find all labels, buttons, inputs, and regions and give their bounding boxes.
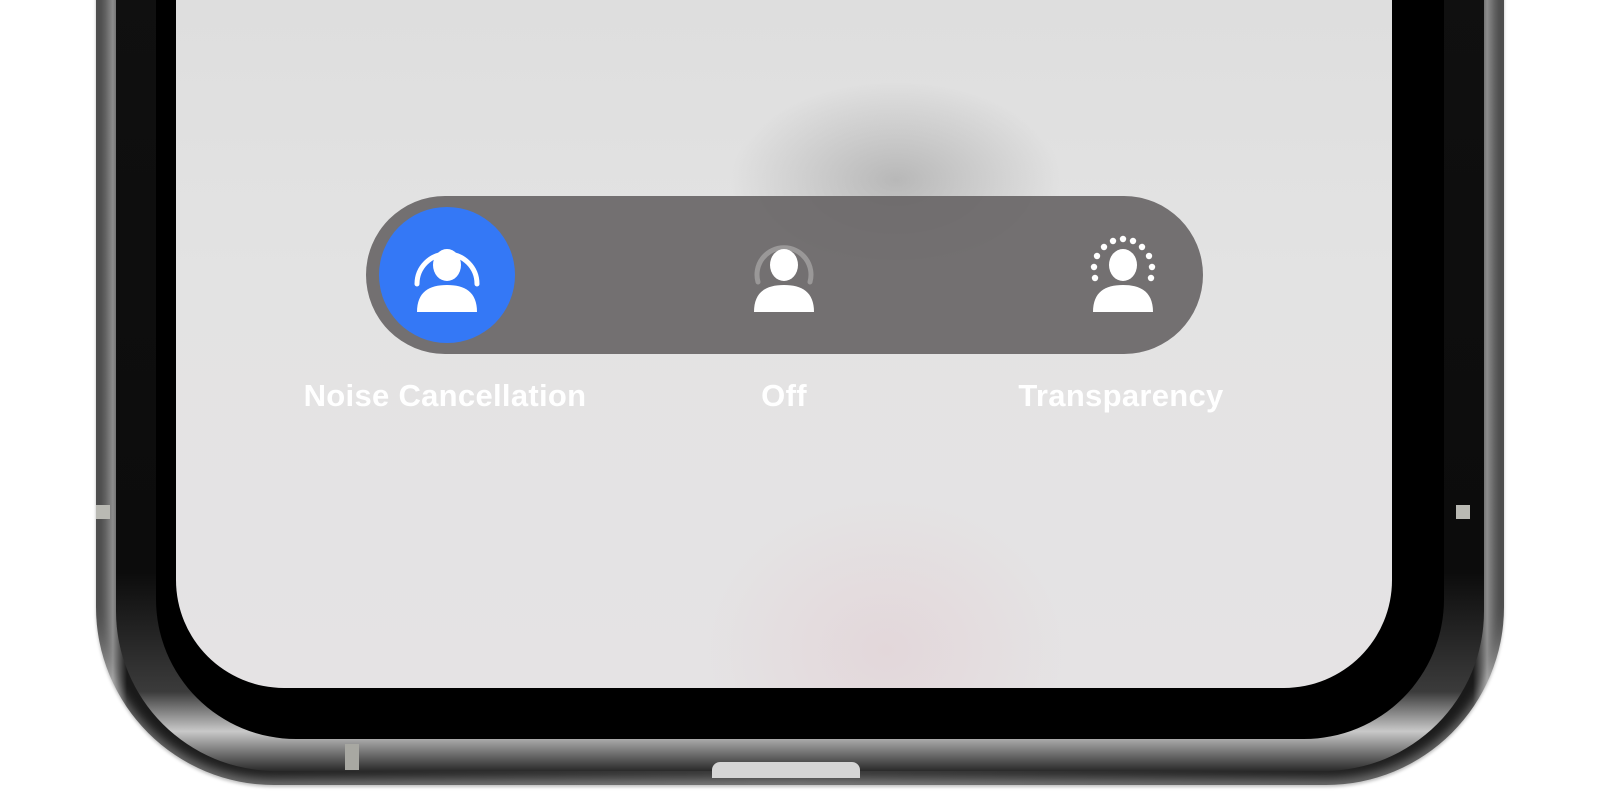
transparency-icon-container: [1055, 207, 1191, 343]
noise-cancellation-icon: [414, 249, 480, 312]
side-button-left: [96, 505, 110, 519]
off-label: Off: [761, 378, 807, 413]
noise-control-selector: [366, 196, 1203, 354]
person-off-icon: [754, 245, 814, 312]
off-icon-container: [716, 207, 852, 343]
noise-cancellation-button[interactable]: [368, 196, 526, 354]
lightning-port: [712, 762, 860, 778]
antenna-line: [345, 744, 359, 770]
transparency-icon: [1090, 235, 1156, 312]
phone-screenshot: Noise Cancellation Off Transparency: [0, 0, 1600, 796]
transparency-button[interactable]: [1044, 196, 1202, 354]
transparency-label: Transparency: [1018, 378, 1224, 413]
off-button[interactable]: [705, 196, 863, 354]
side-button-right: [1456, 505, 1470, 519]
noise-cancellation-label: Noise Cancellation: [303, 378, 587, 413]
noise-cancellation-active-circle: [379, 207, 515, 343]
